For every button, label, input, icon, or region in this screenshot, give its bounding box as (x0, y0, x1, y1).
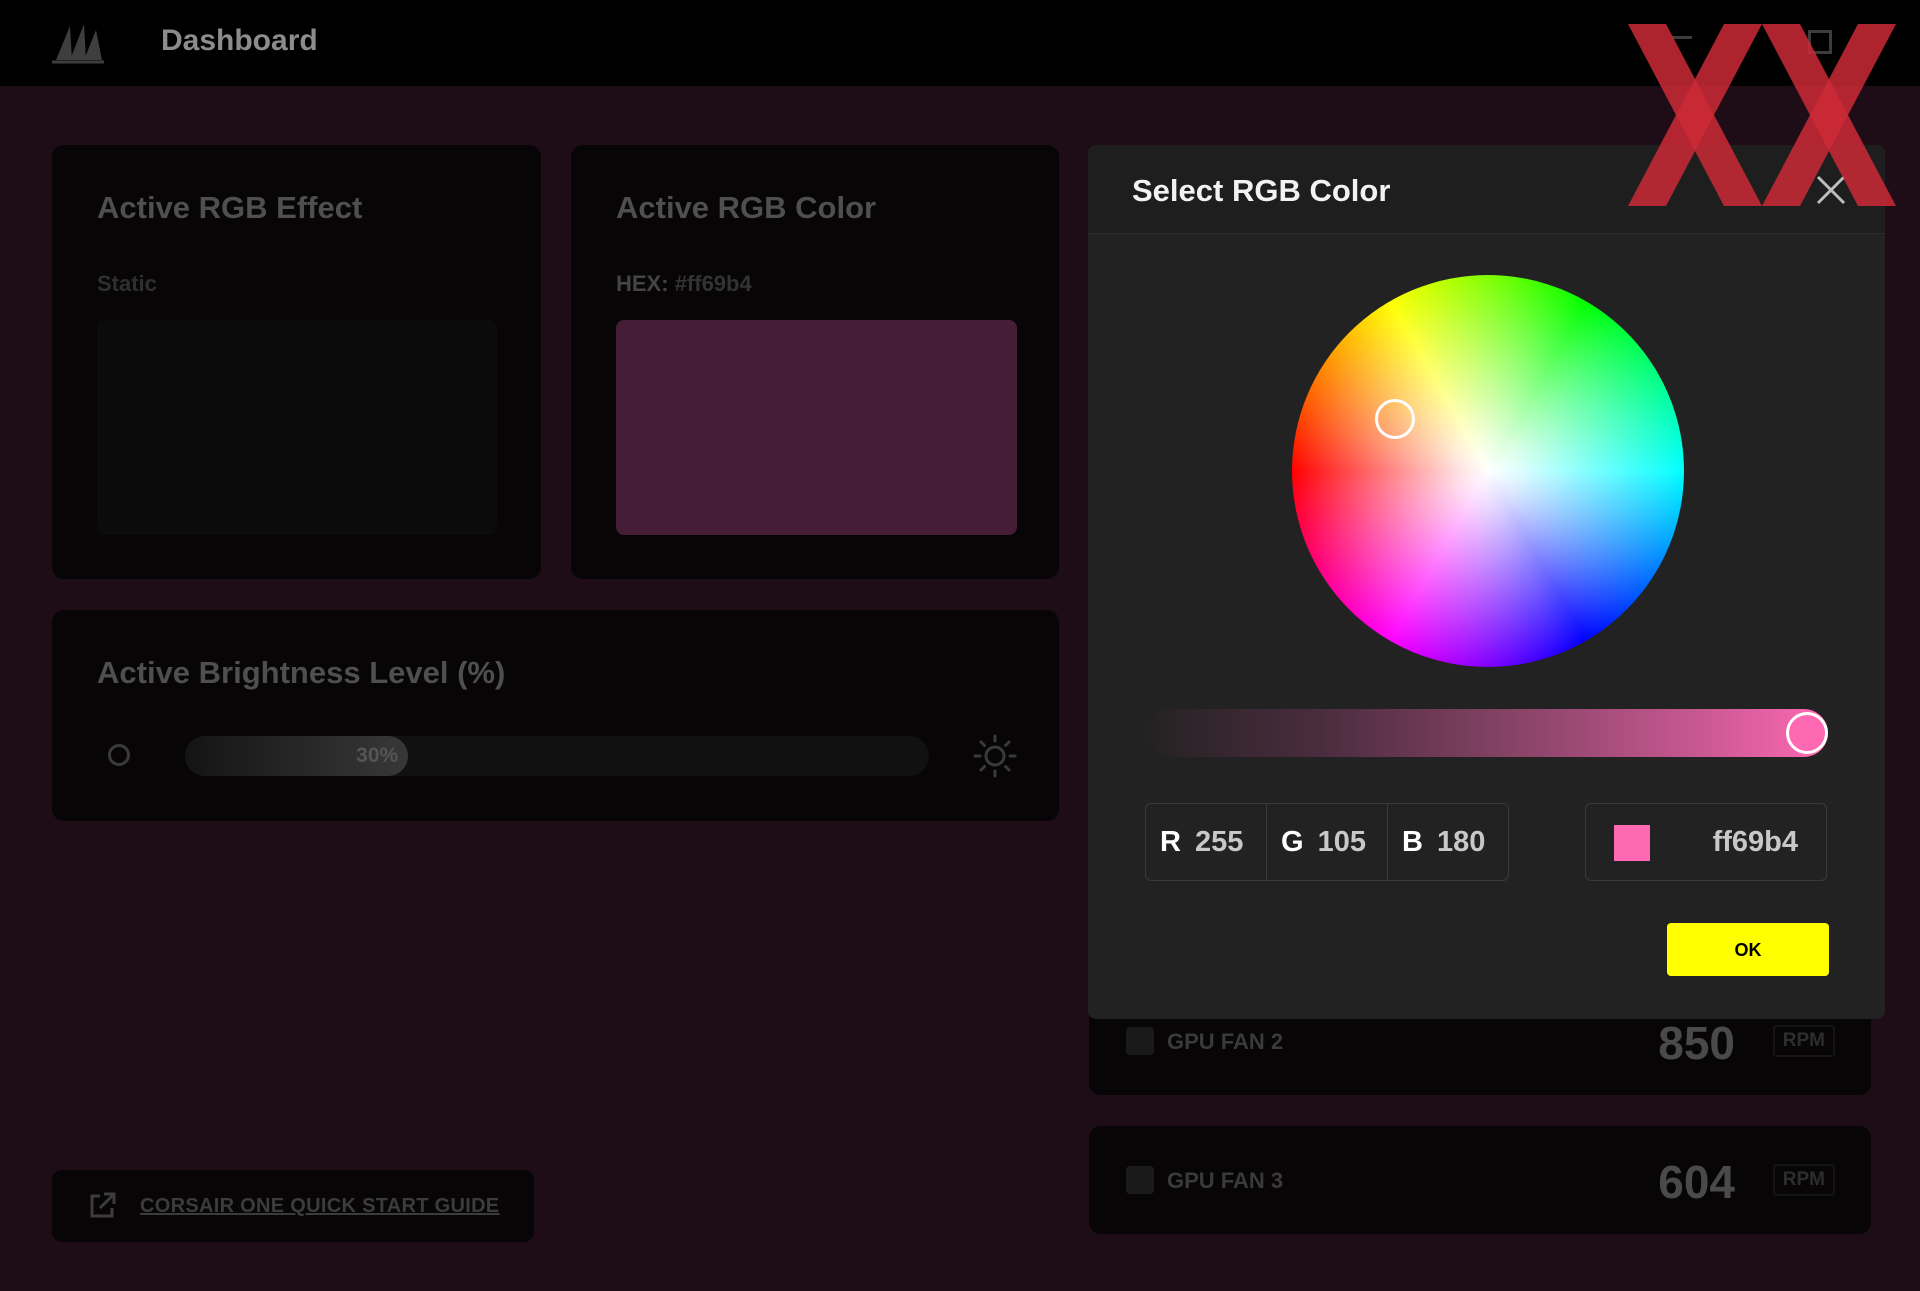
corsair-sails-icon (52, 24, 104, 64)
fan-name: GPU FAN 3 (1167, 1168, 1284, 1193)
dialog-title: Select RGB Color (1132, 173, 1391, 208)
quick-start-guide-card: CORSAIR ONE QUICK START GUIDE (52, 1170, 534, 1242)
ok-button[interactable]: OK (1667, 923, 1829, 976)
app-title: Dashboard (161, 24, 318, 57)
fan-name: GPU FAN 2 (1167, 1029, 1284, 1054)
hex-input-value: ff69b4 (1712, 826, 1798, 858)
card-title: Active Brightness Level (%) (97, 655, 506, 690)
blue-label: B (1402, 825, 1423, 858)
hex-value: #ff69b4 (674, 271, 752, 296)
red-value: 255 (1194, 825, 1244, 858)
fan-speed: 850 (1658, 1017, 1735, 1069)
effect-preview (97, 320, 497, 535)
color-preview-swatch[interactable] (616, 320, 1017, 535)
color-wheel-handle[interactable] (1375, 399, 1415, 439)
blue-value: 180 (1436, 825, 1486, 858)
color-wheel[interactable] (1292, 275, 1684, 667)
brightness-slider[interactable]: 30% (185, 736, 929, 776)
circle-icon (108, 744, 130, 766)
effect-name: Static (97, 271, 157, 296)
fan-unit: RPM (1772, 1164, 1835, 1196)
fan-card: GPU FAN 3 604 RPM (1089, 1126, 1871, 1234)
shade-slider[interactable] (1148, 709, 1828, 757)
green-label: G (1281, 825, 1304, 858)
card-title: Active RGB Color (616, 190, 877, 225)
blue-field[interactable]: B 180 (1387, 804, 1508, 880)
brightness-value: 30% (356, 744, 399, 767)
fan-icon (1126, 1166, 1154, 1194)
rgb-inputs: R 255 G 105 B 180 (1145, 803, 1509, 881)
active-rgb-color-card: Active RGB Color HEX: #ff69b4 (571, 145, 1059, 579)
fan-speed: 604 (1658, 1156, 1735, 1208)
red-label: R (1160, 825, 1181, 858)
fan-icon (1126, 1027, 1154, 1055)
hex-color-swatch (1614, 825, 1650, 861)
active-rgb-effect-card: Active RGB Effect Static (52, 145, 541, 579)
hex-label: HEX: (616, 271, 669, 296)
fan-unit: RPM (1772, 1025, 1835, 1057)
red-field[interactable]: R 255 (1146, 804, 1266, 880)
green-value: 105 (1317, 825, 1366, 858)
hex-readout: HEX: #ff69b4 (616, 271, 752, 297)
external-link-icon (90, 1192, 116, 1218)
card-title: Active RGB Effect (97, 190, 363, 225)
select-rgb-color-dialog: Select RGB Color R 255 G 105 B 180 ff69b… (1088, 145, 1885, 1019)
active-brightness-card: Active Brightness Level (%) 30% (52, 610, 1059, 821)
brightness-slider-fill: 30% (185, 736, 409, 776)
shade-slider-handle[interactable] (1786, 712, 1828, 754)
hex-field[interactable]: ff69b4 (1585, 803, 1827, 881)
quick-start-guide-link[interactable]: CORSAIR ONE QUICK START GUIDE (140, 1195, 499, 1218)
sun-icon (973, 734, 1017, 778)
green-field[interactable]: G 105 (1266, 804, 1387, 880)
watermark-logo (1628, 24, 1896, 206)
